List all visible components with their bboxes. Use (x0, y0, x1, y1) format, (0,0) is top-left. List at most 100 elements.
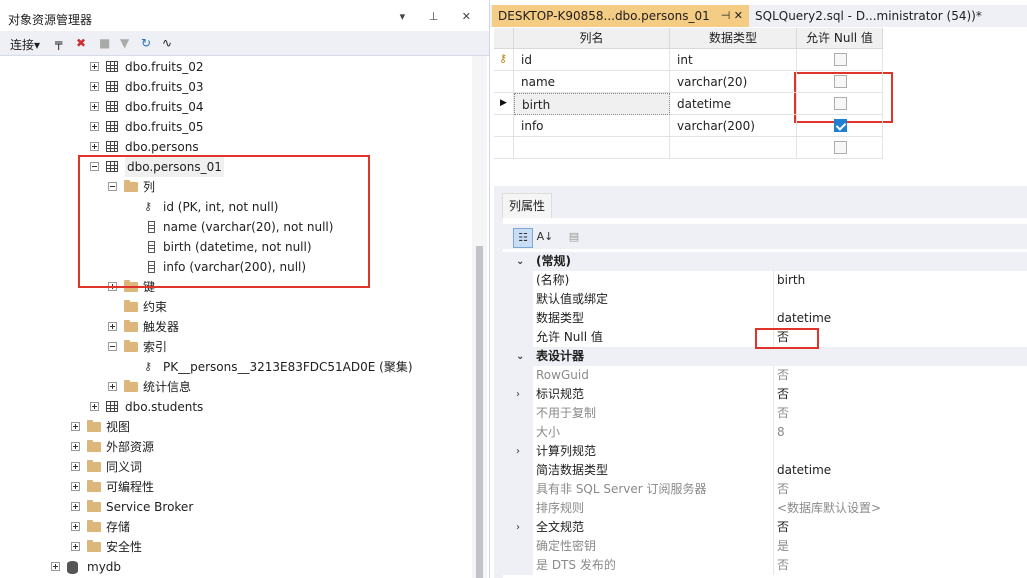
row-selector[interactable] (494, 115, 514, 137)
cell-column-name[interactable]: birth (514, 93, 670, 115)
property-row[interactable]: 简洁数据类型 datetime (503, 461, 1027, 480)
tree-node[interactable]: 约束 (0, 297, 470, 317)
tree-node[interactable]: 外部资源 (0, 437, 470, 457)
collapse-category-icon[interactable]: ⌄ (516, 252, 524, 271)
property-value[interactable]: 8 (777, 423, 785, 442)
filter-icon[interactable]: ▼ (120, 36, 129, 50)
property-value[interactable]: 否 (777, 556, 789, 575)
allow-null-checkbox[interactable] (834, 75, 847, 88)
property-row[interactable]: 是 DTS 发布的 否 (503, 556, 1027, 575)
property-value[interactable]: birth (777, 271, 805, 290)
expand-icon[interactable] (71, 542, 80, 551)
tab-pin-close-icon[interactable]: ⊣ ✕ (721, 5, 743, 27)
expand-icon[interactable] (71, 482, 80, 491)
collapse-icon[interactable] (108, 342, 117, 351)
expand-icon[interactable] (71, 422, 80, 431)
scrollbar-thumb[interactable] (476, 246, 483, 578)
property-value[interactable]: 否 (777, 385, 789, 404)
expand-property-icon[interactable]: › (516, 442, 520, 461)
tab-sql-query[interactable]: SQLQuery2.sql - D...ministrator (54))* (749, 5, 1027, 27)
panel-window-buttons[interactable]: ▾ ⊥ ✕ (400, 10, 481, 23)
tree-node[interactable]: 视图 (0, 417, 470, 437)
property-row[interactable]: 不用于复制 否 (503, 404, 1027, 423)
tree-node[interactable]: dbo.fruits_03 (0, 77, 470, 97)
connect-icon[interactable]: ╤ (55, 36, 62, 50)
tab-column-properties[interactable]: 列属性 (502, 193, 553, 218)
cell-data-type[interactable] (670, 137, 797, 159)
property-row[interactable]: › 全文规范 否 (503, 518, 1027, 537)
expand-icon[interactable] (90, 402, 99, 411)
allow-null-checkbox[interactable] (834, 119, 847, 132)
tree-node[interactable]: 统计信息 (0, 377, 470, 397)
tree-node[interactable]: 同义词 (0, 457, 470, 477)
expand-icon[interactable] (71, 442, 80, 451)
property-value[interactable]: 否 (777, 518, 789, 537)
property-value[interactable]: 是 (777, 537, 789, 556)
property-pages-icon[interactable]: ▤ (565, 228, 583, 246)
property-row[interactable]: 确定性密钥 是 (503, 537, 1027, 556)
refresh-icon[interactable]: ↻ (141, 36, 151, 50)
tree-node[interactable]: 触发器 (0, 317, 470, 337)
tree-node[interactable]: dbo.students (0, 397, 470, 417)
cell-data-type[interactable]: varchar(200) (670, 115, 797, 137)
allow-null-checkbox[interactable] (834, 97, 847, 110)
property-row[interactable]: › 计算列规范 (503, 442, 1027, 461)
expand-property-icon[interactable]: › (516, 385, 520, 404)
property-value[interactable]: 否 (777, 366, 789, 385)
row-selector[interactable]: ⚷ (494, 49, 514, 71)
categorized-icon[interactable]: ☷ (513, 228, 533, 248)
expand-icon[interactable] (90, 82, 99, 91)
tab-table-designer[interactable]: DESKTOP-K90858...dbo.persons_01 ⊣ ✕ (492, 5, 749, 27)
expand-property-icon[interactable]: › (516, 518, 520, 537)
expand-icon[interactable] (108, 322, 117, 331)
tree-node[interactable]: dbo.fruits_04 (0, 97, 470, 117)
expand-icon[interactable] (71, 522, 80, 531)
allow-null-checkbox[interactable] (834, 53, 847, 66)
tree-node[interactable]: 索引 (0, 337, 470, 357)
expand-icon[interactable] (51, 562, 60, 571)
property-value[interactable]: datetime (777, 309, 831, 328)
row-selector[interactable]: ▶ (494, 93, 514, 115)
property-value[interactable]: <数据库默认设置> (777, 499, 881, 518)
tree-node[interactable]: Service Broker (0, 497, 470, 517)
cell-column-name[interactable]: info (514, 115, 670, 137)
property-row[interactable]: 排序规则 <数据库默认设置> (503, 499, 1027, 518)
property-row[interactable]: 默认值或绑定 (503, 290, 1027, 309)
expand-icon[interactable] (90, 62, 99, 71)
collapse-category-icon[interactable]: ⌄ (516, 347, 524, 366)
expand-icon[interactable] (90, 102, 99, 111)
property-value[interactable]: 否 (777, 480, 789, 499)
tree-node[interactable]: 可编程性 (0, 477, 470, 497)
allow-null-checkbox[interactable] (834, 141, 847, 154)
expand-icon[interactable] (90, 142, 99, 151)
property-category[interactable]: ⌄ 表设计器 (503, 347, 1027, 366)
expand-icon[interactable] (71, 502, 80, 511)
cell-column-name[interactable]: id (514, 49, 670, 71)
property-row[interactable]: 数据类型 datetime (503, 309, 1027, 328)
connect-button[interactable]: 连接▾ (10, 36, 40, 53)
property-category[interactable]: ⌄ (常规) (503, 252, 1027, 271)
expand-icon[interactable] (90, 122, 99, 131)
tree-node[interactable]: mydb (0, 557, 470, 577)
cell-data-type[interactable]: int (670, 49, 797, 71)
cell-column-name[interactable]: name (514, 71, 670, 93)
property-row[interactable]: (名称) birth (503, 271, 1027, 290)
tree-node[interactable]: dbo.fruits_02 (0, 57, 470, 77)
alphabetical-icon[interactable]: A↓ (536, 228, 554, 246)
tree-node[interactable]: 存储 (0, 517, 470, 537)
disconnect-icon[interactable]: ✖ (76, 36, 86, 50)
property-row[interactable]: 大小 8 (503, 423, 1027, 442)
cell-data-type[interactable]: datetime (670, 93, 797, 115)
expand-icon[interactable] (108, 382, 117, 391)
property-row[interactable]: 具有非 SQL Server 订阅服务器 否 (503, 480, 1027, 499)
activity-monitor-icon[interactable]: ∿ (162, 36, 172, 50)
property-value[interactable]: datetime (777, 461, 831, 480)
tree-scrollbar[interactable] (472, 56, 487, 578)
tree-node[interactable]: dbo.persons (0, 137, 470, 157)
tree-node[interactable]: 安全性 (0, 537, 470, 557)
row-selector[interactable] (494, 137, 514, 159)
tree-node[interactable]: ⚷ PK__persons__3213E83FDC51AD0E (聚集) (0, 357, 470, 377)
property-value[interactable]: 否 (777, 404, 789, 423)
tree-node[interactable]: dbo.fruits_05 (0, 117, 470, 137)
property-row[interactable]: RowGuid 否 (503, 366, 1027, 385)
